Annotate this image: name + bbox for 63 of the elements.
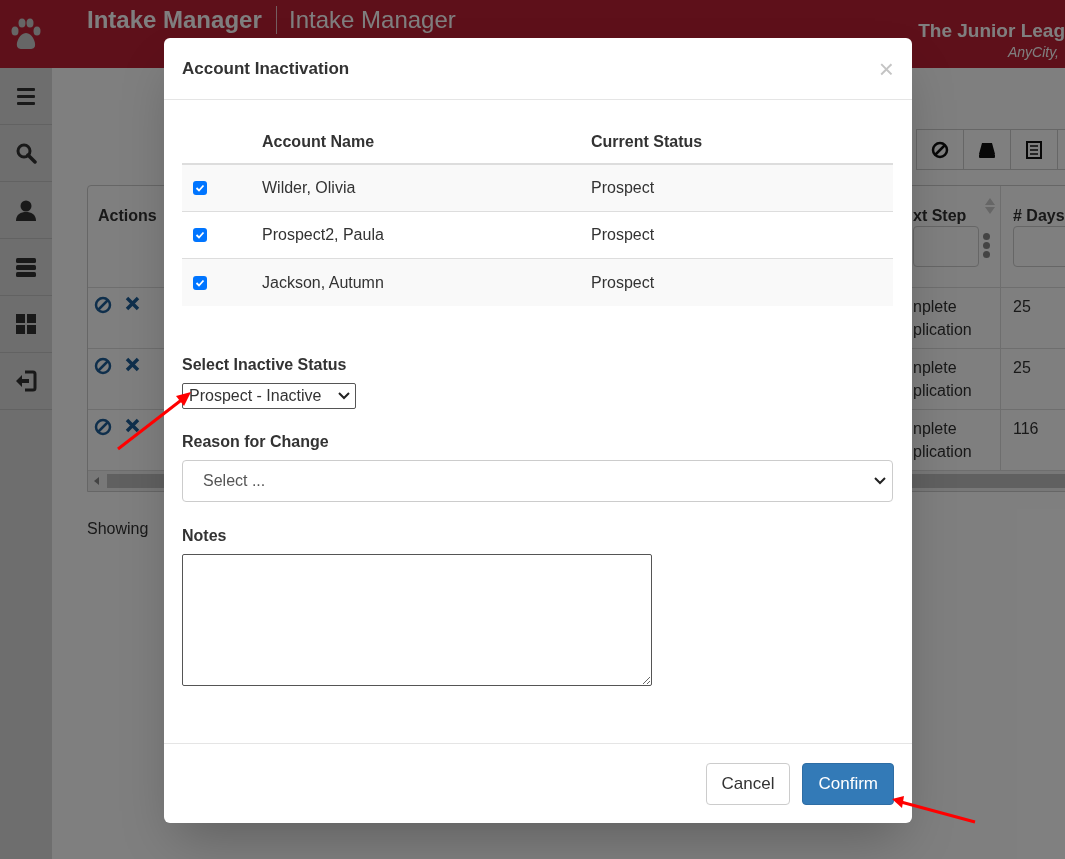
paw-icon (11, 18, 41, 52)
notes-field[interactable] (182, 554, 652, 686)
cancel-button[interactable]: Cancel (705, 762, 791, 805)
server-icon (15, 256, 37, 278)
table-cell-text: plication (913, 442, 973, 462)
app-subtitle: Intake Manager (289, 6, 456, 34)
checkbox[interactable] (193, 228, 207, 242)
checkmark-icon (195, 230, 205, 240)
chevron-icon (338, 392, 350, 400)
field-label: Reason for Change (182, 432, 330, 452)
table-cell-text: nplete (913, 419, 958, 439)
status-select[interactable]: Prospect - Inactive (182, 383, 356, 409)
search-icon (15, 142, 37, 164)
field-label: Select Inactive Status (182, 355, 348, 375)
showing-text: Showing (87, 520, 149, 537)
table-cell-text: plication (913, 320, 973, 340)
field-label: Notes (182, 526, 228, 546)
filter-field[interactable] (913, 226, 979, 267)
grid-icon (15, 313, 37, 335)
close-icon[interactable] (125, 418, 140, 433)
checkmark-icon (195, 277, 205, 288)
list-icon (1025, 140, 1043, 159)
table-cell: Prospect (591, 226, 655, 243)
table-cell-text: nplete (913, 297, 958, 317)
column-header: Actions (98, 207, 157, 224)
table-cell: Wilder, Olivia (262, 179, 356, 196)
toolbar-button[interactable] (1010, 129, 1058, 170)
ban-icon (931, 140, 949, 159)
dialog-title: Account Inactivation (182, 57, 350, 80)
reason-select[interactable]: Select ... (182, 460, 893, 502)
table-cell: Prospect2, Paula (262, 226, 384, 243)
table-cell: 25 (1013, 359, 1031, 376)
close-icon[interactable] (125, 296, 140, 311)
drive-icon (978, 140, 996, 159)
column-header: Current Status (591, 133, 703, 150)
checkbox[interactable] (193, 275, 207, 290)
table-cell: 25 (1013, 298, 1031, 315)
ban-icon[interactable] (94, 296, 112, 314)
confirm-button[interactable]: Confirm (802, 762, 894, 805)
table-cell: Prospect (591, 273, 655, 291)
table-cell-text: nplete (913, 358, 958, 378)
table-cell: Jackson, Autumn (262, 273, 384, 291)
checkbox[interactable] (193, 181, 207, 195)
menu-icon (15, 85, 37, 107)
kebab-icon[interactable] (983, 233, 990, 258)
chevron-icon (874, 477, 886, 485)
checkmark-icon (195, 183, 205, 193)
ban-icon[interactable] (94, 357, 112, 375)
table-cell: 116 (1013, 420, 1039, 437)
column-header: xt Step (913, 207, 967, 224)
sign-out-icon (15, 370, 37, 392)
ban-icon[interactable] (94, 418, 112, 436)
app-title: Intake Manager (87, 6, 262, 34)
organization-city: AnyCity, (1007, 43, 1059, 62)
table-cell-text: plication (913, 381, 973, 401)
column-header: Account Name (262, 133, 375, 150)
organization-name: The Junior Leag (918, 19, 1065, 43)
column-header: # Days (1013, 207, 1065, 224)
close-icon[interactable] (125, 357, 140, 372)
person-icon (15, 199, 37, 221)
toolbar-button[interactable] (916, 129, 964, 170)
table-cell: Prospect (591, 179, 655, 196)
toolbar-button[interactable] (963, 129, 1011, 170)
